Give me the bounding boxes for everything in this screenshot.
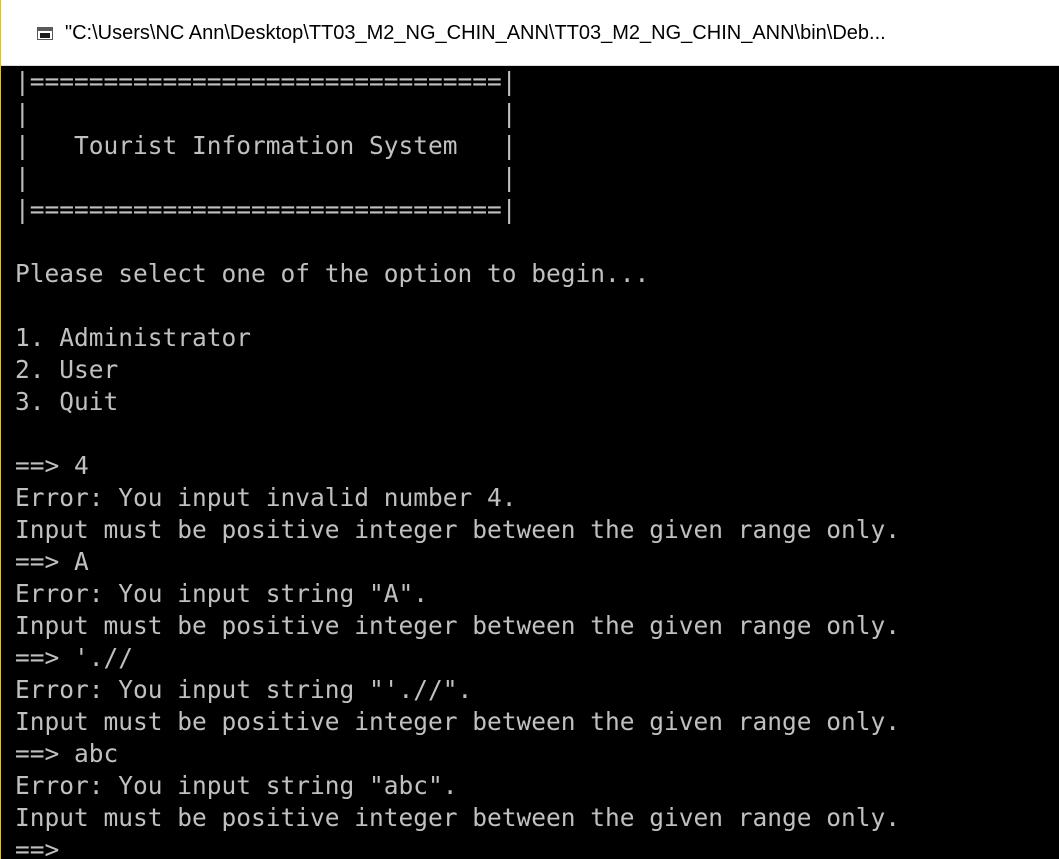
error-message: Error: You input string "'.//". — [15, 675, 473, 704]
user-input-line: ==> A — [15, 547, 89, 576]
console-output[interactable]: |================================| | | |… — [15, 66, 1055, 859]
empty-line — [15, 418, 1055, 450]
error-message: Error: You input string "abc". — [15, 771, 458, 800]
empty-line — [15, 290, 1055, 322]
console-window-icon[interactable] — [37, 27, 53, 40]
error-hint: Input must be positive integer between t… — [15, 707, 901, 736]
error-hint: Input must be positive integer between t… — [15, 611, 901, 640]
error-message: Error: You input invalid number 4. — [15, 483, 517, 512]
empty-line — [15, 226, 1055, 258]
select-option-prompt: Please select one of the option to begin… — [15, 259, 650, 288]
user-input-line: ==> 4 — [15, 451, 89, 480]
menu-item-user: 2. User — [15, 355, 119, 384]
banner-blank-line: | | — [15, 163, 517, 192]
window-title: "C:\Users\NC Ann\Desktop\TT03_M2_NG_CHIN… — [65, 22, 886, 44]
title-bar[interactable]: "C:\Users\NC Ann\Desktop\TT03_M2_NG_CHIN… — [1, 0, 1059, 66]
menu-item-quit: 3. Quit — [15, 387, 119, 416]
error-hint: Input must be positive integer between t… — [15, 803, 901, 832]
banner-blank-line: | | — [15, 99, 517, 128]
banner-bottom-border: |================================| — [15, 195, 517, 224]
error-hint: Input must be positive integer between t… — [15, 515, 901, 544]
menu-item-administrator: 1. Administrator — [15, 323, 252, 352]
user-input-line: ==> abc — [15, 739, 119, 768]
banner-title: | Tourist Information System | — [15, 131, 517, 160]
user-input-line: ==> '.// — [15, 643, 134, 672]
banner-top-border: |================================| — [15, 67, 517, 96]
console-window: "C:\Users\NC Ann\Desktop\TT03_M2_NG_CHIN… — [0, 0, 1059, 859]
error-message: Error: You input string "A". — [15, 579, 429, 608]
command-input-prompt[interactable]: ==> _ — [15, 834, 1055, 859]
